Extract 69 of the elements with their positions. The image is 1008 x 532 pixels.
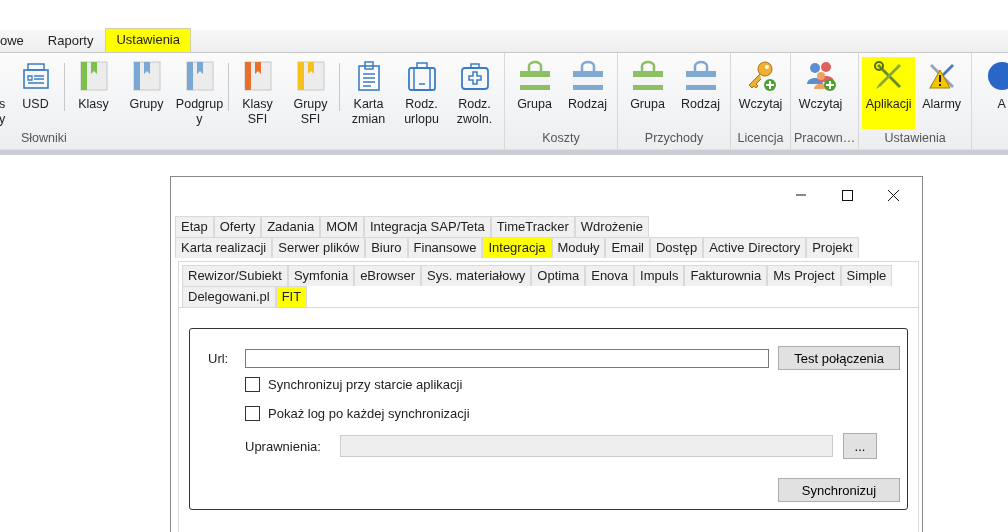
ribbon-button[interactable]: Grupa — [508, 57, 561, 129]
tab[interactable]: Karta realizacji — [175, 237, 273, 258]
url-field[interactable] — [244, 348, 770, 368]
synchronize-button[interactable]: Synchronizuj — [778, 478, 900, 502]
url-label: Url: — [208, 350, 230, 366]
ribbon-button[interactable]: Klasy SFI — [231, 57, 284, 129]
suitcase-icon — [405, 60, 438, 92]
group-label: Licencja — [736, 130, 785, 147]
tab[interactable]: Finansowe — [407, 237, 483, 258]
ribbon-button[interactable]: A — [975, 57, 1008, 129]
tab[interactable]: Integracja SAP/Teta — [363, 216, 491, 237]
tab[interactable]: Integracja — [482, 237, 552, 258]
ribbon-tab[interactable]: owe — [0, 30, 36, 52]
group-label: Przychody — [643, 130, 705, 147]
tab[interactable]: Projekt — [806, 237, 859, 258]
tab[interactable]: Optima — [531, 265, 586, 286]
tab[interactable]: Enova — [585, 265, 635, 286]
tab[interactable]: Wdrożenie — [574, 216, 649, 237]
ribbon-button[interactable]: USD — [9, 57, 62, 129]
checkbox-label: Synchronizuj przy starcie aplikacji — [268, 377, 463, 392]
tab[interactable]: Serwer plików — [272, 237, 366, 258]
tab[interactable]: Active Directory — [703, 237, 807, 258]
browse-button[interactable]: ... — [843, 433, 877, 459]
tab[interactable]: Biuro — [365, 237, 408, 258]
tab[interactable]: Moduły — [551, 237, 606, 258]
ribbon-button[interactable]: Aplikacji — [862, 57, 916, 129]
ribbon-button[interactable]: Grupy — [120, 57, 173, 129]
ribbon-button[interactable]: Klasy — [67, 57, 120, 129]
ribbon-button[interactable]: Karta zmian — [342, 57, 395, 129]
ribbon-button[interactable]: Wczytaj — [794, 57, 847, 129]
ribbon-tab[interactable]: Ustawienia — [105, 28, 191, 52]
tab[interactable]: MOM — [320, 216, 364, 237]
tab[interactable]: Fakturownia — [684, 265, 768, 286]
tab[interactable]: FIT — [275, 286, 308, 307]
tab[interactable]: Dostęp — [649, 237, 704, 258]
ribbon-button[interactable]: Grupy SFI — [284, 57, 337, 129]
ribbon-button[interactable]: Alarmy — [915, 57, 969, 129]
ribbon-button[interactable]: Rodzaj — [674, 57, 727, 129]
tab[interactable]: eBrowser — [354, 265, 422, 286]
ribbon-button[interactable]: Podgrup y — [173, 57, 226, 129]
tab[interactable]: Symfonia — [287, 265, 355, 286]
tab[interactable]: Impuls — [634, 265, 685, 286]
ribbon-button[interactable]: Rodz. zwoln. — [448, 57, 501, 129]
checkbox[interactable] — [245, 377, 260, 392]
users-add-icon — [804, 60, 837, 92]
group-label: Ustawienia — [883, 130, 947, 147]
tab[interactable]: Zadania — [261, 216, 321, 237]
group-label: Słowniki — [20, 130, 68, 147]
tab[interactable]: TimeTracker — [490, 216, 575, 237]
ribbon-button[interactable]: Rodzaj — [561, 57, 614, 129]
group-label: Pracown… — [794, 130, 856, 147]
ribbon-button[interactable]: Rodz. urlopu — [395, 57, 448, 129]
tab[interactable]: Sys. materiałowy — [421, 265, 532, 286]
ribbon-button[interactable]: Grupa — [621, 57, 674, 129]
first-aid-kit-icon — [458, 60, 491, 92]
tab[interactable]: Delegowani.pl — [182, 286, 276, 307]
group-label: Koszty — [541, 130, 581, 147]
tab[interactable]: Rewizor/Subiekt — [182, 265, 288, 286]
tab[interactable]: Oferty — [213, 216, 262, 237]
tab[interactable]: Email — [605, 237, 650, 258]
tab[interactable]: Ms Project — [767, 265, 841, 286]
ribbon-button[interactable]: Wczytaj — [734, 57, 787, 129]
permissions-label: Uprawnienia: — [245, 438, 322, 454]
ribbon-tab[interactable]: Raporty — [35, 30, 106, 52]
tab[interactable]: Simple — [840, 265, 893, 286]
test-connection-button[interactable]: Test połączenia — [778, 346, 900, 370]
checkbox[interactable] — [245, 406, 260, 421]
tab[interactable]: Etap — [175, 216, 214, 237]
checkbox-label: Pokaż log po każdej synchronizacji — [268, 406, 470, 421]
